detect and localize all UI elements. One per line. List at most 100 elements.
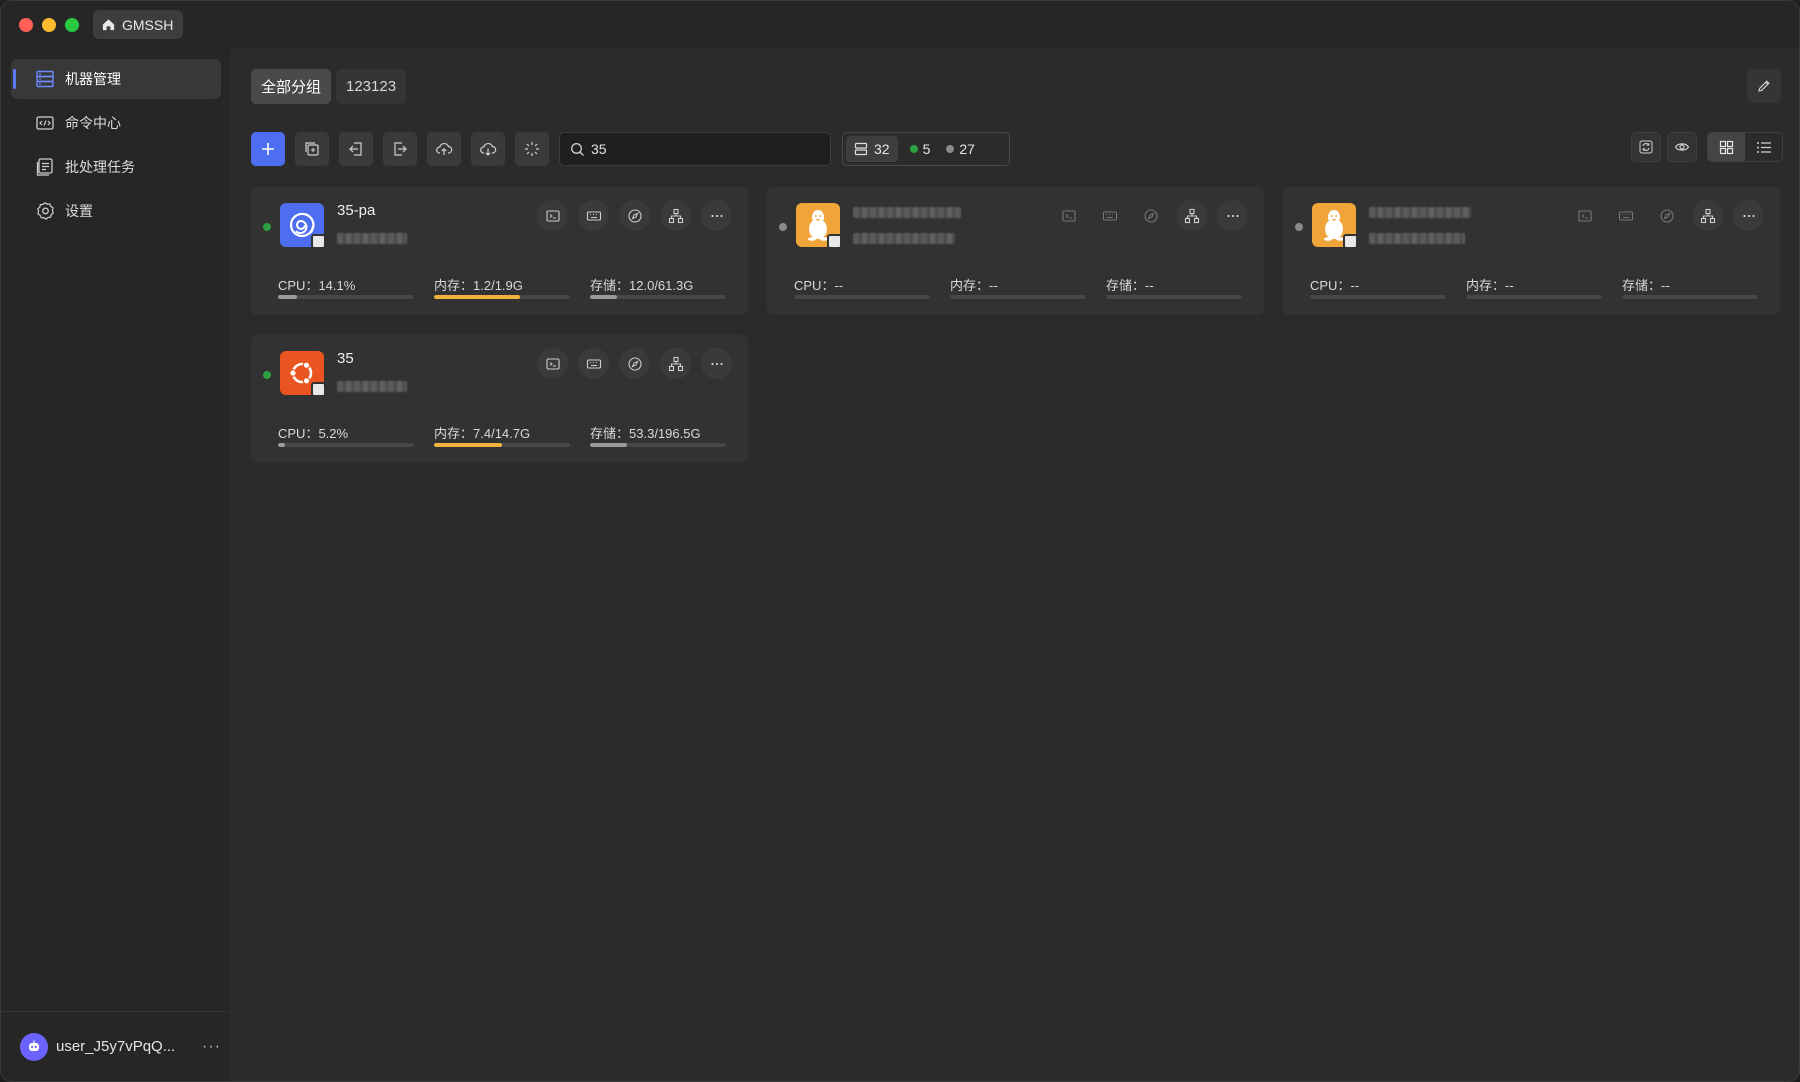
network-button[interactable] — [1176, 200, 1207, 231]
memory-usage-bar — [950, 295, 1086, 299]
remote-desktop-button[interactable] — [578, 348, 609, 379]
compass-icon — [1143, 208, 1158, 223]
cpu-usage-fill — [278, 295, 298, 299]
storage-metric: 存储：12.0/61.3G — [590, 275, 726, 299]
storage-usage-bar — [590, 443, 726, 447]
app-tab[interactable]: GMSSH — [93, 10, 184, 39]
storage-usage-fill — [590, 295, 617, 299]
server-card[interactable]: CPU：-- 内存：-- 存储：-- — [1283, 187, 1780, 315]
browse-button[interactable] — [619, 200, 650, 231]
browse-button[interactable] — [619, 348, 650, 379]
grid-view-button[interactable] — [1708, 133, 1745, 161]
import-icon — [349, 142, 362, 156]
terminal-button[interactable] — [1569, 200, 1600, 231]
offline-status-dot — [779, 223, 787, 231]
browse-button[interactable] — [1135, 200, 1166, 231]
storage-label: 存储： — [590, 426, 630, 441]
copy-add-icon — [305, 142, 319, 156]
browse-button[interactable] — [1651, 200, 1682, 231]
cloud-upload-button[interactable] — [427, 132, 461, 166]
server-icon — [854, 142, 868, 156]
add-machine-button[interactable] — [251, 132, 285, 166]
terminal-button[interactable] — [537, 200, 568, 231]
user-profile[interactable]: user_J5y7vPqQ... ··· — [1, 1011, 230, 1081]
server-actions — [537, 200, 732, 231]
cpu-usage-fill — [278, 443, 286, 447]
offline-dot — [946, 145, 955, 153]
search-input[interactable] — [591, 141, 821, 157]
home-icon — [102, 19, 115, 31]
visibility-toggle-button[interactable] — [1667, 132, 1697, 162]
sidebar-item-machines[interactable]: 机器管理 — [11, 59, 221, 99]
storage-usage-bar — [1106, 295, 1242, 299]
close-window-button[interactable] — [19, 18, 33, 32]
more-icon — [710, 362, 723, 365]
cloud-upload-icon — [436, 142, 453, 155]
blurred-host-address — [1369, 233, 1465, 244]
more-button[interactable] — [1217, 200, 1248, 231]
cpu-label: CPU： — [794, 278, 835, 293]
sidebar-item-commands[interactable]: 命令中心 — [11, 103, 221, 143]
list-view-button[interactable] — [1745, 133, 1782, 161]
cpu-label: CPU： — [278, 278, 319, 293]
network-icon — [668, 356, 683, 371]
terminal-button[interactable] — [1053, 200, 1084, 231]
network-button[interactable] — [660, 348, 691, 379]
more-button[interactable] — [1733, 200, 1764, 231]
batch-select-button[interactable] — [515, 132, 549, 166]
gear-icon — [37, 202, 54, 220]
code-icon — [36, 116, 54, 130]
memory-usage-bar — [1466, 295, 1602, 299]
remote-desktop-button[interactable] — [1610, 200, 1641, 231]
app-window: GMSSH 机器管理 命令中心 批处理任务 设置 user_J5y7vPqQ..… — [0, 0, 1800, 1082]
terminal-button[interactable] — [537, 348, 568, 379]
more-button[interactable] — [701, 348, 732, 379]
network-button[interactable] — [660, 200, 691, 231]
memory-label: 内存： — [434, 278, 474, 293]
search-box[interactable] — [559, 132, 831, 166]
refresh-button[interactable] — [1631, 132, 1661, 162]
sidebar-item-batch-tasks[interactable]: 批处理任务 — [11, 147, 221, 187]
offline-status-dot — [1295, 223, 1303, 231]
group-tab-all[interactable]: 全部分组 — [251, 69, 332, 104]
export-button[interactable] — [383, 132, 417, 166]
user-more-button[interactable]: ··· — [202, 1038, 221, 1056]
stat-total-count: 32 — [874, 141, 890, 157]
sidebar-item-label: 设置 — [65, 203, 93, 219]
copy-machine-button[interactable] — [295, 132, 329, 166]
server-card[interactable]: 35-pa CPU：14.1% 内存：1.2/1.9G 存储：12.0/61.3… — [251, 187, 748, 315]
more-button[interactable] — [701, 200, 732, 231]
stat-online[interactable]: 5 — [906, 141, 935, 157]
refresh-icon — [1639, 140, 1653, 154]
sidebar-item-settings[interactable]: 设置 — [11, 191, 221, 231]
remote-desktop-button[interactable] — [578, 200, 609, 231]
network-button[interactable] — [1692, 200, 1723, 231]
network-icon — [668, 208, 683, 223]
cpu-usage-bar — [278, 295, 414, 299]
memory-value: -- — [989, 278, 998, 293]
cpu-usage-bar — [278, 443, 414, 447]
import-button[interactable] — [339, 132, 373, 166]
server-card[interactable]: 35 CPU：5.2% 内存：7.4/14.7G 存储：53.3/196.5G — [251, 335, 748, 463]
remote-desktop-button[interactable] — [1094, 200, 1125, 231]
cpu-metric: CPU：14.1% — [278, 275, 414, 299]
server-card[interactable]: CPU：-- 内存：-- 存储：-- — [767, 187, 1264, 315]
storage-value: -- — [1661, 278, 1670, 293]
group-tab-123123[interactable]: 123123 — [336, 69, 407, 104]
keyboard-icon — [586, 358, 601, 369]
minimize-window-button[interactable] — [42, 18, 56, 32]
stat-total[interactable]: 32 — [846, 136, 898, 162]
grid-icon — [1719, 140, 1734, 154]
keyboard-icon — [1102, 210, 1117, 221]
tasks-icon — [36, 158, 53, 176]
stat-offline[interactable]: 27 — [942, 141, 979, 157]
edit-groups-button[interactable] — [1747, 69, 1781, 103]
server-name: 35 — [337, 350, 354, 367]
terminal-icon — [1577, 209, 1592, 222]
pencil-icon — [1758, 80, 1770, 92]
cloud-download-button[interactable] — [471, 132, 505, 166]
maximize-window-button[interactable] — [65, 18, 79, 32]
shield-badge-icon — [1343, 234, 1358, 249]
sidebar-item-label: 命令中心 — [65, 115, 121, 131]
plus-icon — [262, 143, 274, 155]
